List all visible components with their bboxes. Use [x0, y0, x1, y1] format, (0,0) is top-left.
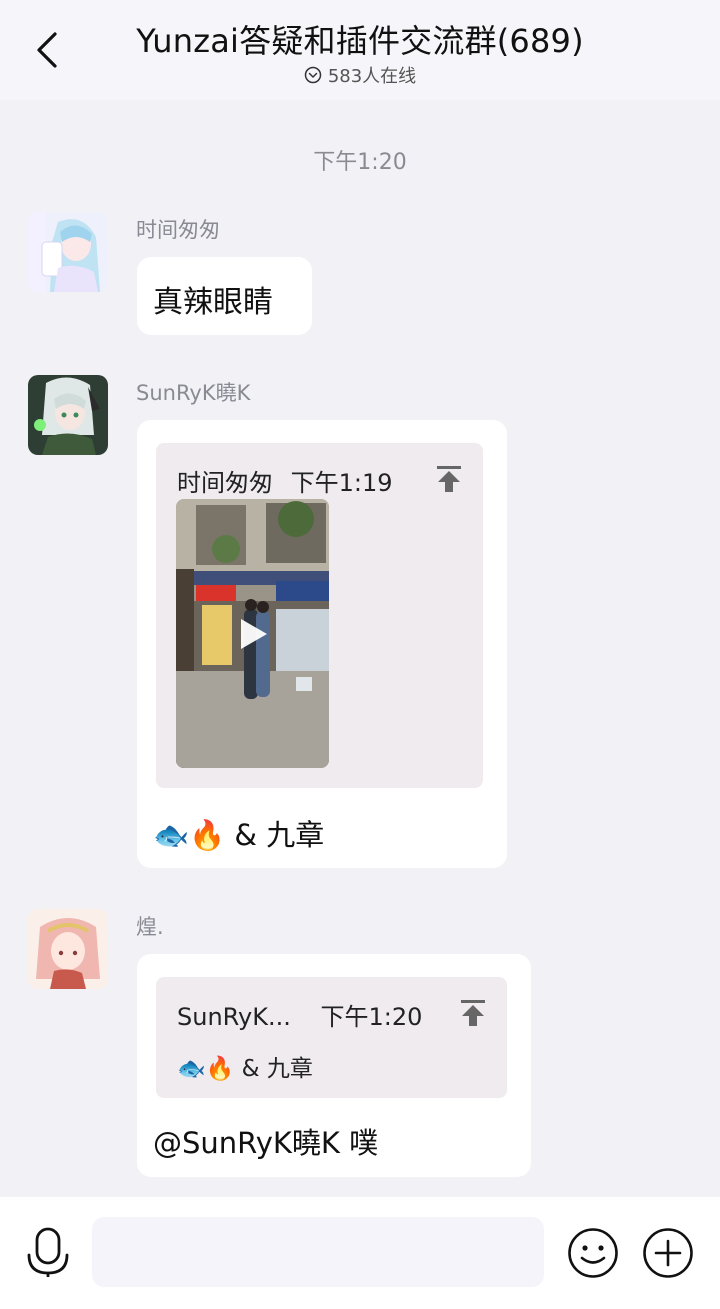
quoted-reply[interactable]: 时间匆匆 下午1:19	[156, 443, 483, 788]
sender-name: 时间匆匆	[136, 218, 220, 242]
plus-icon	[643, 1228, 693, 1278]
quote-sender: SunRyK...	[177, 1003, 291, 1031]
quote-sender: 时间匆匆	[177, 469, 273, 497]
emoji-icon	[568, 1228, 618, 1278]
jump-to-original-icon[interactable]	[460, 999, 486, 1031]
message-bubble[interactable]: 时间匆匆 下午1:19 🐟🔥 & 九章	[137, 420, 507, 868]
chat-header: Yunzai答疑和插件交流群(689) 583人在线	[0, 0, 720, 100]
play-icon[interactable]	[239, 617, 269, 655]
quoted-reply[interactable]: SunRyK... 下午1:20 🐟🔥 & 九章	[156, 977, 507, 1098]
message-text: @SunRyK曉K 噗	[153, 1126, 379, 1160]
voice-icon	[27, 1227, 69, 1277]
voice-button[interactable]	[26, 1227, 70, 1283]
avatar[interactable]	[28, 375, 108, 455]
quote-time: 下午1:19	[290, 469, 393, 497]
quote-header: SunRyK... 下午1:20	[177, 997, 422, 1032]
time-divider: 下午1:20	[313, 150, 407, 175]
quote-time: 下午1:20	[320, 1003, 423, 1031]
quote-header: 时间匆匆 下午1:19	[177, 463, 393, 498]
message-bubble[interactable]: SunRyK... 下午1:20 🐟🔥 & 九章 @SunRyK曉K 噗	[137, 954, 531, 1177]
message-input[interactable]	[92, 1217, 544, 1287]
avatar[interactable]	[28, 909, 108, 989]
group-title[interactable]: Yunzai答疑和插件交流群(689)	[0, 16, 720, 62]
sender-name: 煌.	[136, 915, 164, 939]
sender-name: SunRyK曉K	[136, 381, 251, 405]
emoji-button[interactable]	[567, 1227, 619, 1283]
avatar[interactable]	[28, 212, 108, 292]
online-count-text: 583人在线	[327, 66, 417, 87]
online-count[interactable]: 583人在线	[0, 62, 720, 88]
jump-to-original-icon[interactable]	[436, 465, 462, 497]
message-text: 真辣眼睛	[153, 285, 273, 320]
input-bar	[0, 1197, 720, 1309]
message-bubble[interactable]: 真辣眼睛	[137, 257, 312, 335]
online-status-icon	[304, 66, 322, 84]
more-button[interactable]	[642, 1227, 694, 1283]
quote-text: 🐟🔥 & 九章	[177, 1056, 313, 1082]
video-thumbnail[interactable]	[176, 499, 329, 768]
message-text: 🐟🔥 & 九章	[153, 818, 325, 852]
